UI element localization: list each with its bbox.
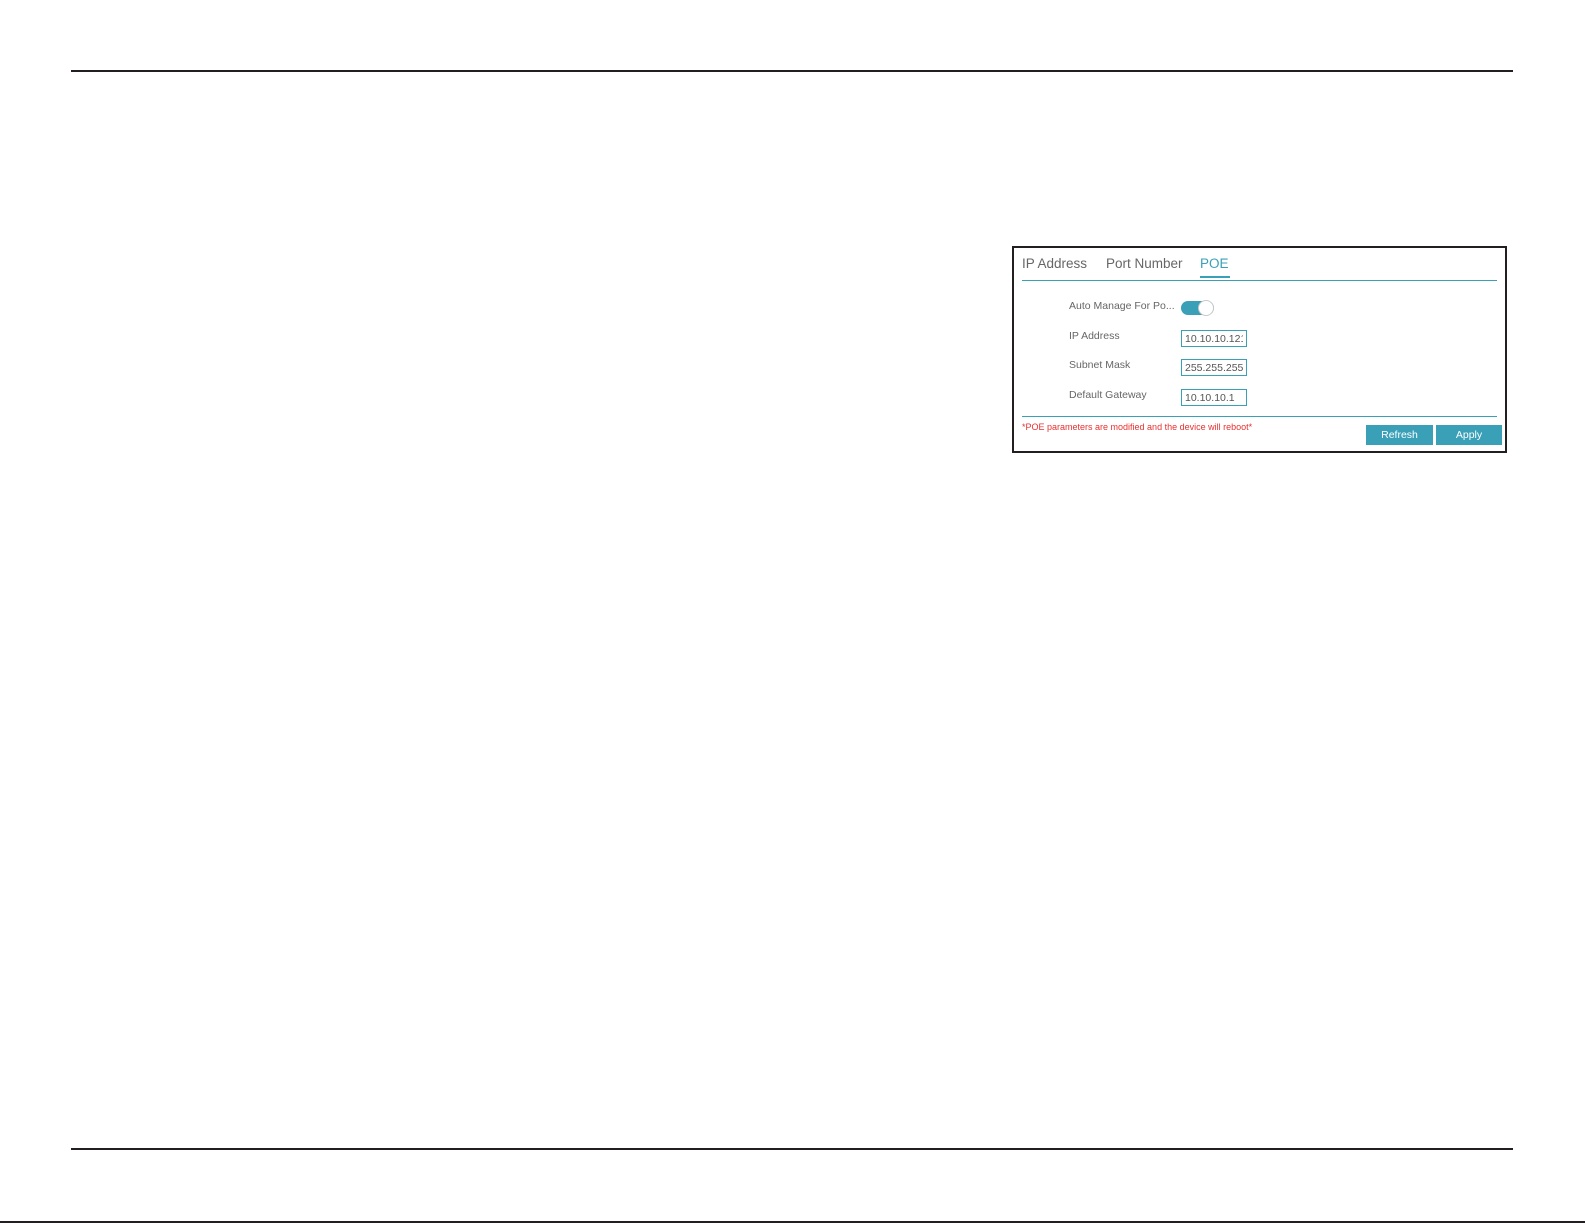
ip-address-field[interactable]	[1181, 330, 1247, 347]
tab-poe[interactable]: POE	[1200, 256, 1229, 271]
tab-port-number[interactable]: Port Number	[1106, 256, 1183, 271]
auto-manage-toggle[interactable]	[1181, 300, 1214, 316]
footer-divider	[1022, 416, 1497, 417]
ip-address-label: IP Address	[1069, 330, 1120, 342]
toggle-knob	[1198, 300, 1214, 316]
reboot-warning: *POE parameters are modified and the dev…	[1022, 422, 1253, 432]
default-gateway-label: Default Gateway	[1069, 389, 1147, 401]
auto-manage-label: Auto Manage For Po...	[1069, 300, 1175, 312]
top-rule	[71, 70, 1513, 72]
page-bottom-edge	[0, 1221, 1585, 1223]
default-gateway-field[interactable]	[1181, 389, 1247, 406]
tab-ip-address[interactable]: IP Address	[1022, 256, 1087, 271]
refresh-button[interactable]: Refresh	[1366, 425, 1433, 445]
tab-bar: IP Address Port Number POE	[1022, 248, 1497, 281]
active-tab-indicator	[1200, 276, 1230, 278]
bottom-rule	[71, 1148, 1513, 1150]
network-settings-panel: IP Address Port Number POE Auto Manage F…	[1012, 246, 1507, 453]
subnet-mask-label: Subnet Mask	[1069, 359, 1131, 371]
apply-button[interactable]: Apply	[1436, 425, 1502, 445]
subnet-mask-field[interactable]	[1181, 359, 1247, 376]
